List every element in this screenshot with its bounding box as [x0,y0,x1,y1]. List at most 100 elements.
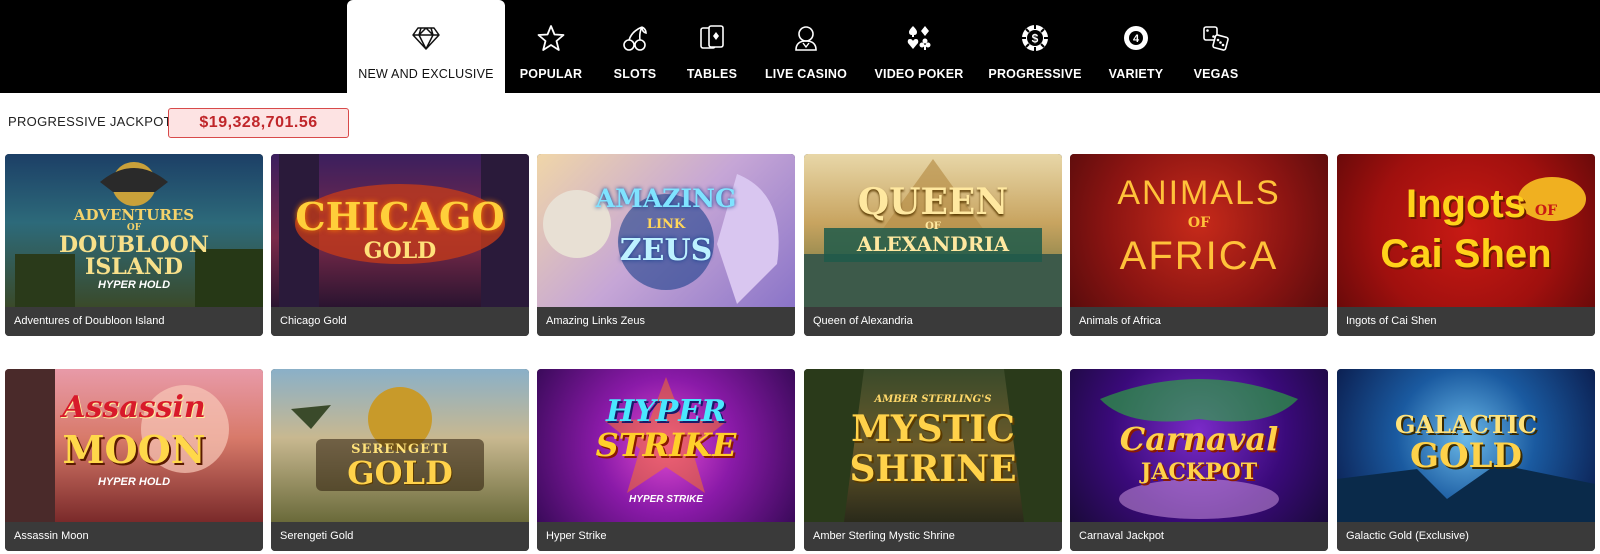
game-card-title: Adventures of Doubloon Island [5,307,263,336]
tab-vegas[interactable]: VEGAS [1190,0,1242,93]
game-art-title: ANIMALS [1117,174,1281,212]
tab-slots[interactable]: SLOTS [610,0,660,93]
svg-text:$: $ [1032,32,1039,46]
game-thumbnail: Assassin MOON HYPER HOLD [5,369,263,522]
game-art-title: AMBER STERLING'S [874,394,992,405]
game-card-queen-of-alexandria[interactable]: QUEEN OF ALEXANDRIA Queen of Alexandria [804,154,1062,336]
game-art-title: JACKPOT [1140,459,1258,485]
tab-label: NEW AND EXCLUSIVE [358,67,494,81]
game-card-adventures-of-doubloon-island[interactable]: ADVENTURES OF DOUBLOON ISLAND HYPER HOLD… [5,154,263,336]
game-card-chicago-gold[interactable]: CHICAGO GOLD Chicago Gold [271,154,529,336]
game-thumbnail: ADVENTURES OF DOUBLOON ISLAND HYPER HOLD [5,154,263,307]
game-thumbnail: GALACTIC GOLD [1337,369,1595,522]
game-card-title: Ingots of Cai Shen [1337,307,1595,336]
game-card-amazing-links-zeus[interactable]: AMAZING LINK ZEUS Amazing Links Zeus [537,154,795,336]
game-art-title: CHICAGO [295,194,505,239]
game-card-amber-sterling-mystic-shrine[interactable]: AMBER STERLING'S MYSTIC SHRINE Amber Ste… [804,369,1062,551]
game-art-title: GOLD [1409,436,1523,476]
game-art-title: AMAZING [595,184,737,213]
game-art-title: STRIKE [595,426,737,464]
game-thumbnail: SERENGETI GOLD [271,369,529,522]
game-art-title: HYPER HOLD [97,476,171,488]
game-art-title: OF [1534,203,1558,219]
game-card-serengeti-gold[interactable]: SERENGETI GOLD Serengeti Gold [271,369,529,551]
tab-label: LIVE CASINO [764,67,848,81]
game-art-title: AFRICA [1119,234,1279,278]
tab-popular[interactable]: POPULAR [520,0,582,93]
chip-icon: $ [1019,22,1051,54]
tab-new-and-exclusive[interactable]: NEW AND EXCLUSIVE [347,0,505,93]
game-thumbnail: QUEEN OF ALEXANDRIA [804,154,1062,307]
jackpot-value: $19,328,701.56 [168,108,349,138]
game-art-title: HYPER STRIKE [629,494,703,505]
game-card-title: Amber Sterling Mystic Shrine [804,522,1062,551]
game-card-title: Chicago Gold [271,307,529,336]
game-art-title: OF [1187,215,1211,231]
game-thumbnail: AMBER STERLING'S MYSTIC SHRINE [804,369,1062,522]
tab-live-casino[interactable]: LIVE CASINO [764,0,848,93]
tab-label: PROGRESSIVE [988,67,1082,81]
diamond-icon [410,22,442,54]
tab-tables[interactable]: TABLES [686,0,738,93]
game-art-title: MOON [62,427,206,472]
game-card-title: Hyper Strike [537,522,795,551]
game-art-title: OF [925,221,941,232]
tab-label: VIDEO POKER [874,67,964,81]
cherries-icon [619,22,651,54]
tab-variety[interactable]: 4 VARIETY [1108,0,1164,93]
game-card-ingots-of-cai-shen[interactable]: Ingots OF Cai Shen Ingots of Cai Shen [1337,154,1595,336]
game-art-title: Assassin [62,390,206,425]
game-art-title: Cai Shen [1380,232,1552,276]
tab-progressive[interactable]: $ PROGRESSIVE [988,0,1082,93]
game-art-title: Carnaval [1119,420,1279,458]
game-art-title: ZEUS [619,233,713,268]
category-navbar: NEW AND EXCLUSIVE POPULAR SLOTS TABLES L… [0,0,1600,93]
game-art-title: HYPER HOLD [97,279,171,291]
game-thumbnail-text: ANIMALS OF AFRICA [1070,154,1328,307]
tab-label: TABLES [686,67,738,81]
game-art-title: ALEXANDRIA [856,232,1010,256]
tab-label: VARIETY [1108,67,1164,81]
ball-icon: 4 [1120,22,1152,54]
game-art-title: MYSTIC [851,408,1015,450]
dice-icon [1200,22,1232,54]
tab-label: SLOTS [613,67,657,81]
game-card-title: Carnaval Jackpot [1070,522,1328,551]
game-card-carnaval-jackpot[interactable]: Carnaval JACKPOT Carnaval Jackpot [1070,369,1328,551]
game-card-title: Amazing Links Zeus [537,307,795,336]
game-thumbnail: AMAZING LINK ZEUS [537,154,795,307]
game-art-title: ISLAND [85,254,183,280]
card-suits-icon [903,22,935,54]
cards-icon [696,22,728,54]
game-art-title: QUEEN [857,181,1009,223]
game-thumbnail: Ingots OF Cai Shen [1337,154,1595,307]
game-card-title: Galactic Gold (Exclusive) [1337,522,1595,551]
game-art-title: HYPER [605,394,727,429]
game-thumbnail: Carnaval JACKPOT [1070,369,1328,522]
game-card-title: Assassin Moon [5,522,263,551]
jackpot-label: PROGRESSIVE JACKPOT [8,114,172,129]
tab-label: VEGAS [1193,67,1239,81]
star-icon [535,22,567,54]
game-card-title: Serengeti Gold [271,522,529,551]
game-art-title: GALACTIC [1395,410,1537,439]
game-art-title: LINK [646,217,686,232]
progressive-jackpot-bar: PROGRESSIVE JACKPOT $19,328,701.56 [0,106,1600,138]
game-card-animals-of-africa[interactable]: ANIMALS OF AFRICA Animals of Africa [1070,154,1328,336]
game-card-title: Animals of Africa [1070,307,1328,336]
game-thumbnail: CHICAGO GOLD [271,154,529,307]
game-card-assassin-moon[interactable]: Assassin MOON HYPER HOLD Assassin Moon [5,369,263,551]
game-card-galactic-gold[interactable]: GALACTIC GOLD Galactic Gold (Exclusive) [1337,369,1595,551]
game-art-title: DOUBLOON [59,232,209,258]
game-art-title: ADVENTURES [73,206,195,224]
game-thumbnail: HYPER STRIKE HYPER STRIKE [537,369,795,522]
game-card-hyper-strike[interactable]: HYPER STRIKE HYPER STRIKE Hyper Strike [537,369,795,551]
svg-text:4: 4 [1133,33,1140,45]
tab-label: POPULAR [519,67,583,81]
game-card-title: Queen of Alexandria [804,307,1062,336]
game-art-title: GOLD [363,238,437,264]
tab-video-poker[interactable]: VIDEO POKER [874,0,964,93]
dealer-icon [790,22,822,54]
game-art-title: GOLD [347,454,453,492]
game-art-title: SHRINE [849,448,1017,490]
